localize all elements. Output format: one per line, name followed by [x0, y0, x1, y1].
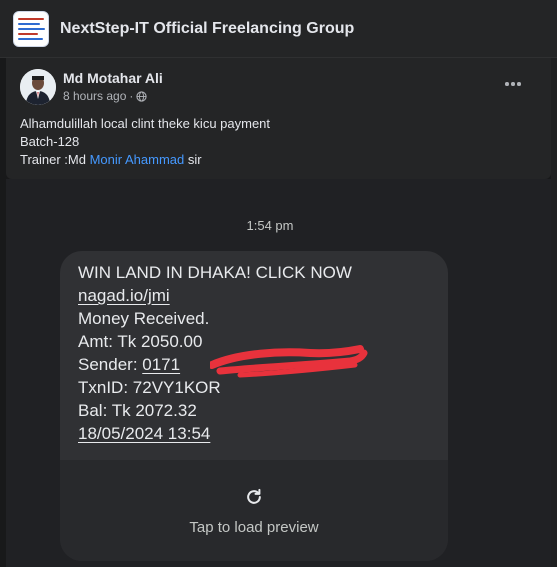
- group-avatar-line: [18, 17, 44, 20]
- post-card: Md Motahar Ali 8 hours ago · Alhamdulill…: [6, 58, 551, 179]
- author-avatar[interactable]: [20, 69, 56, 105]
- more-options-button[interactable]: [501, 74, 525, 94]
- right-edge-shadow: [551, 58, 557, 567]
- author-name[interactable]: Md Motahar Ali: [63, 70, 163, 86]
- sms-timestamp: 1:54 pm: [246, 218, 294, 233]
- group-avatar[interactable]: [13, 10, 49, 47]
- sms-line-promo: WIN LAND IN DHAKA! CLICK NOW: [78, 263, 352, 282]
- post-line-1: Alhamdulillah local clint theke kicu pay…: [20, 116, 271, 131]
- more-dot: [505, 82, 509, 86]
- sms-link[interactable]: nagad.io/jmi: [78, 286, 170, 306]
- post-text: Alhamdulillah local clint theke kicu pay…: [20, 115, 270, 169]
- sms-line-balance: Bal: Tk 2072.32: [78, 401, 197, 420]
- sms-sender-number[interactable]: 0171: [142, 355, 180, 374]
- group-avatar-line: [18, 37, 43, 40]
- link-preview[interactable]: Tap to load preview: [60, 460, 448, 561]
- post-time[interactable]: 8 hours ago: [63, 89, 126, 103]
- author-avatar-image: [20, 69, 56, 105]
- post-image[interactable]: 1:54 pm WIN LAND IN DHAKA! CLICK NOW nag…: [6, 179, 551, 567]
- tap-to-load-preview[interactable]: Tap to load preview: [60, 519, 448, 536]
- sms-line-received: Money Received.: [78, 309, 210, 328]
- sms-line-amount: Amt: Tk 2050.00: [78, 332, 203, 351]
- more-dot: [517, 82, 521, 86]
- group-avatar-line: [18, 32, 38, 35]
- sms-bubble: WIN LAND IN DHAKA! CLICK NOW nagad.io/jm…: [60, 251, 448, 561]
- redaction-scribble: [210, 345, 368, 378]
- sms-line-txnid: TxnID: 72VY1KOR: [78, 378, 221, 397]
- post-line-3: Trainer :Md Monir Ahammad sir: [20, 151, 270, 169]
- sms-line-sender: Sender: 0171: [78, 355, 181, 374]
- group-avatar-line: [18, 27, 45, 30]
- group-avatar-line: [18, 22, 40, 25]
- post-line-3-prefix: Trainer :Md: [20, 152, 90, 167]
- post-line-3-suffix: sir: [184, 152, 202, 167]
- more-dot: [511, 82, 515, 86]
- post-line-2: Batch-128: [20, 134, 80, 149]
- refresh-icon[interactable]: [244, 487, 264, 507]
- sms-datetime-link[interactable]: 18/05/2024 13:54: [78, 424, 210, 444]
- trainer-link[interactable]: Monir Ahammad: [90, 152, 185, 167]
- group-header: NextStep-IT Official Freelancing Group: [0, 0, 557, 58]
- meta-separator: ·: [129, 89, 134, 103]
- group-title[interactable]: NextStep-IT Official Freelancing Group: [60, 20, 354, 38]
- post-meta: 8 hours ago ·: [63, 89, 148, 103]
- globe-icon: [136, 90, 148, 102]
